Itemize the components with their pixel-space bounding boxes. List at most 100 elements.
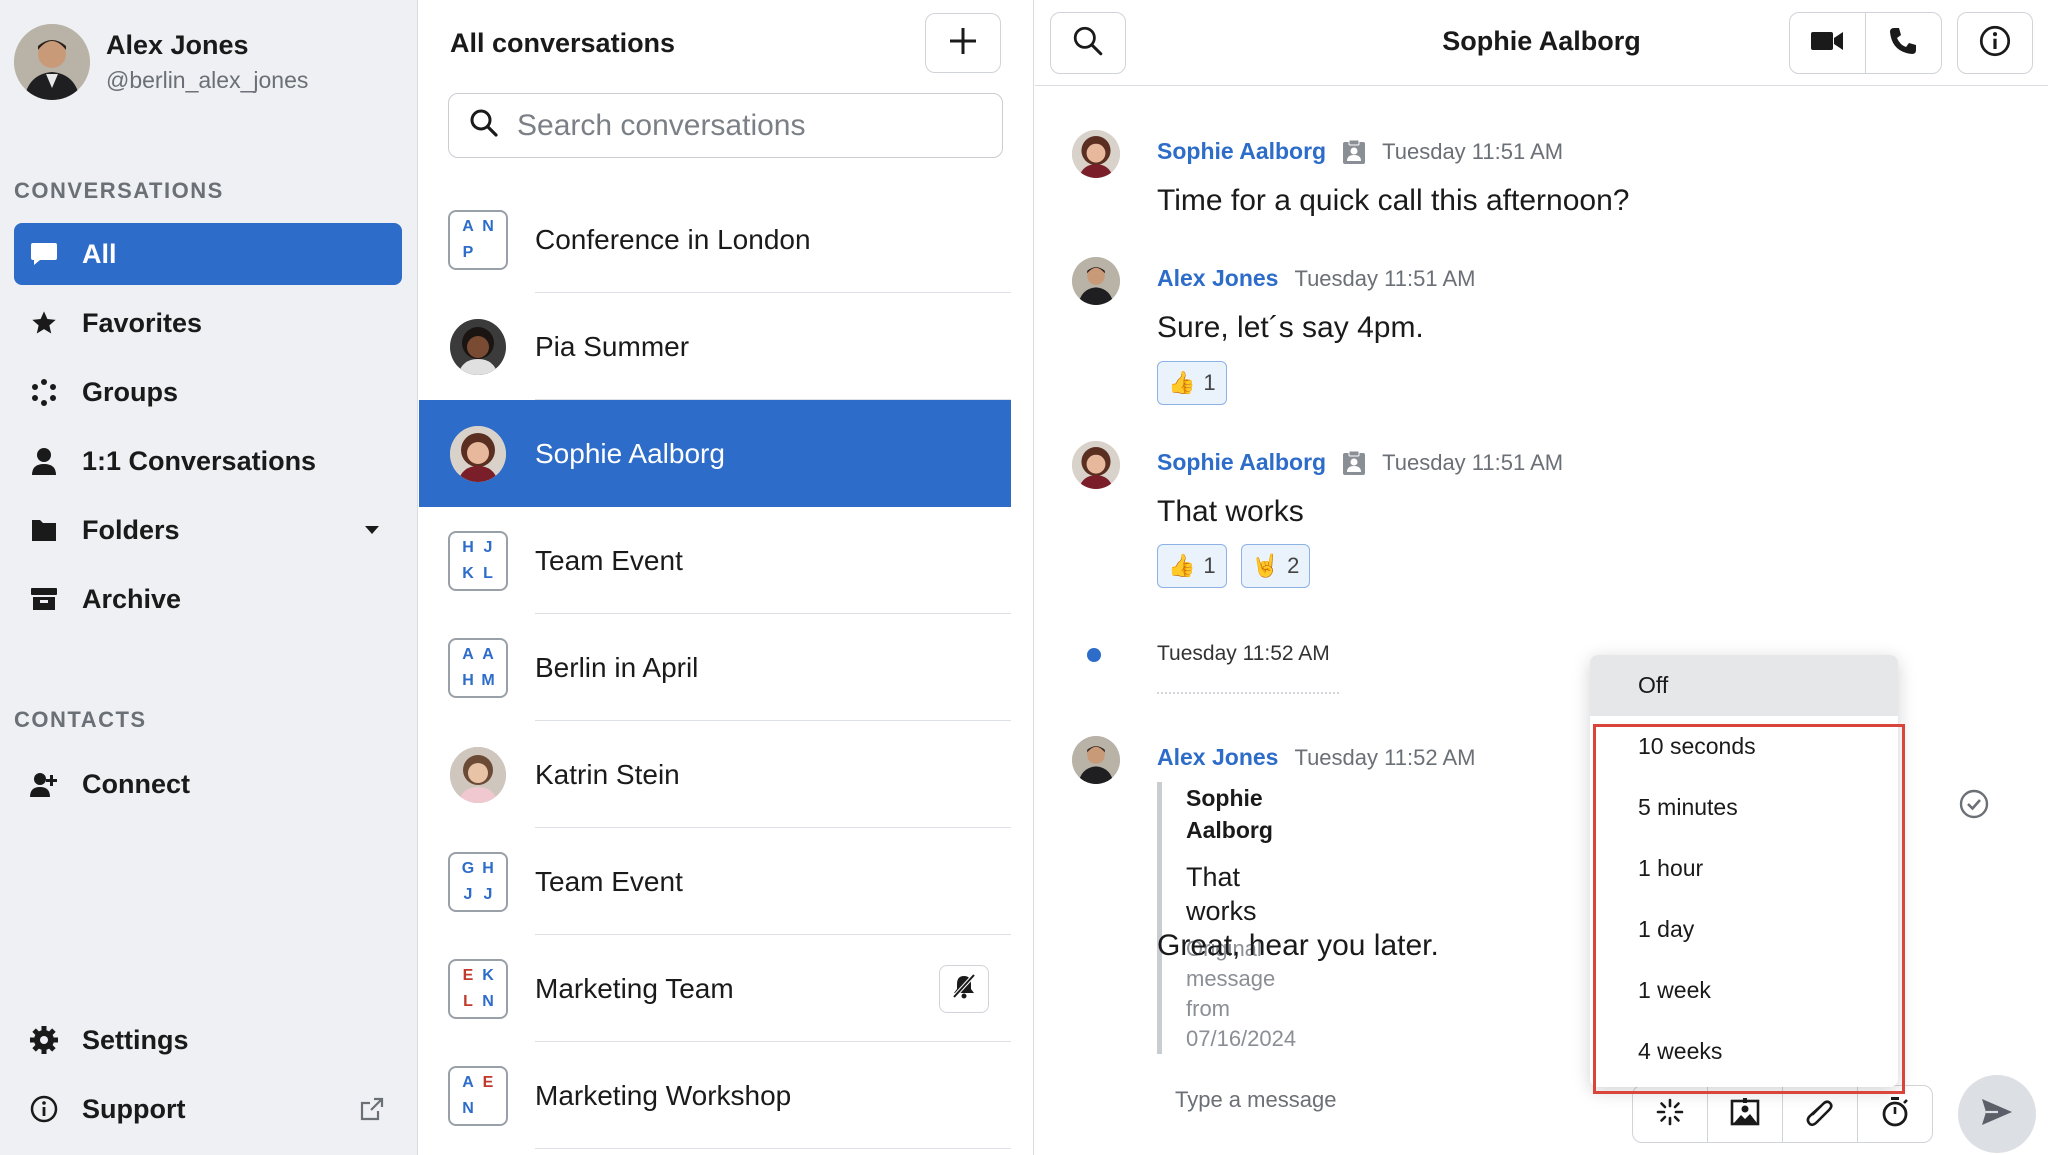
conversation-item[interactable]: EKLN Marketing Team [419, 935, 1011, 1042]
sidebar-item-archive[interactable]: Archive [14, 568, 402, 630]
sidebar-item-support[interactable]: Support [14, 1078, 402, 1140]
message-text: Great, hear you later. [1157, 929, 1439, 962]
reaction-thumbs-up[interactable]: 👍 1 [1157, 361, 1227, 405]
send-button[interactable] [1958, 1075, 2036, 1153]
search-box[interactable] [448, 93, 1003, 158]
sidebar-item-label: All [82, 238, 117, 269]
sidebar-item-groups[interactable]: Groups [14, 361, 402, 423]
divider-line [1157, 692, 1339, 694]
conversation-name: Marketing Team [535, 972, 734, 1004]
sender-avatar [1072, 130, 1120, 178]
timer-option-4-weeks[interactable]: 4 weeks [1590, 1021, 1898, 1082]
quote-text: That works [1186, 862, 1257, 926]
message-sender[interactable]: Alex Jones [1157, 744, 1278, 771]
attach-file-button[interactable] [1783, 1086, 1858, 1142]
external-link-icon[interactable] [352, 1097, 392, 1121]
divider-time: Tuesday 11:52 AM [1157, 642, 1330, 665]
conversation-name: Marketing Workshop [535, 1079, 792, 1111]
conversation-item[interactable]: Pia Summer [419, 293, 1011, 400]
sidebar: Alex Jones @berlin_alex_jones CONVERSATI… [0, 0, 418, 1155]
timer-option-1-week[interactable]: 1 week [1590, 960, 1898, 1021]
bottom-nav: Settings Support [14, 1009, 402, 1147]
reaction-rock-on[interactable]: 🤘 2 [1240, 544, 1311, 588]
sidebar-item-connect[interactable]: Connect [14, 753, 402, 815]
user-handle: @berlin_alex_jones [106, 67, 309, 93]
conversation-item[interactable]: HJKL Team Event [419, 507, 1011, 614]
stopwatch-icon [1880, 1096, 1910, 1133]
conversation-item[interactable]: AAHM Berlin in April [419, 614, 1011, 721]
conversation-info-button[interactable] [1957, 12, 2033, 74]
gif-button[interactable] [1633, 1086, 1708, 1142]
external-badge-icon [1342, 450, 1366, 476]
sidebar-item-all[interactable]: All [14, 223, 402, 285]
rock-on-emoji: 🤘 [1251, 553, 1280, 578]
read-check-icon [1959, 789, 1989, 819]
sidebar-item-folders[interactable]: Folders [14, 499, 402, 561]
timer-option-10-seconds[interactable]: 10 seconds [1590, 716, 1898, 777]
message-sender[interactable]: Sophie Aalborg [1157, 138, 1326, 165]
user-avatar [14, 24, 90, 100]
timer-button[interactable] [1858, 1086, 1932, 1142]
unread-dot [1087, 648, 1101, 662]
image-upload-button[interactable] [1708, 1086, 1783, 1142]
sidebar-item-label: Favorites [82, 307, 203, 338]
chat-bubble-icon [28, 238, 60, 270]
quoted-message[interactable]: Sophie Aalborg That works Original messa… [1157, 782, 1296, 1054]
sidebar-item-settings[interactable]: Settings [14, 1009, 402, 1071]
message-text: That works [1157, 495, 1304, 528]
sidebar-item-label: Folders [82, 514, 180, 545]
conversation-items: ANP Conference in London Pia Summer Soph… [419, 186, 1011, 1149]
reaction-count: 2 [1287, 553, 1300, 578]
conversation-name: Sophie Aalborg [535, 437, 725, 469]
conversation-nav: All Favorites Groups 1:1 Conversations F… [14, 223, 402, 637]
thumbs-up-emoji: 👍 [1168, 553, 1196, 578]
new-conversation-button[interactable] [925, 13, 1001, 73]
audio-call-button[interactable] [1866, 13, 1942, 73]
conversation-item[interactable]: ANP Conference in London [419, 186, 1011, 293]
conversation-name: Team Event [535, 544, 683, 576]
conversation-list-panel: All conversations ANP Conference in Lond… [419, 0, 1034, 1155]
conversation-item[interactable]: AEN Marketing Workshop [419, 1042, 1011, 1149]
info-icon [28, 1093, 60, 1125]
reactions: 👍 1 [1157, 361, 1227, 405]
sidebar-item-favorites[interactable]: Favorites [14, 292, 402, 354]
sidebar-item-one-to-one[interactable]: 1:1 Conversations [14, 430, 402, 492]
message-sender[interactable]: Sophie Aalborg [1157, 449, 1326, 476]
conversation-name: Katrin Stein [535, 758, 680, 790]
paperclip-icon [1805, 1097, 1835, 1132]
sidebar-item-label: 1:1 Conversations [82, 445, 317, 476]
message-text: Sure, let´s say 4pm. [1157, 311, 1424, 344]
thumbs-up-emoji: 👍 [1168, 370, 1196, 395]
muted-bell-button[interactable] [939, 964, 989, 1013]
plus-icon [947, 25, 979, 62]
phone-icon [1888, 26, 1918, 61]
user-name: Alex Jones [106, 30, 249, 60]
contact-avatar [450, 318, 506, 375]
conversation-item[interactable]: GHJJ Team Event [419, 828, 1011, 935]
bell-muted-icon [951, 973, 977, 1004]
search-input[interactable] [517, 108, 977, 143]
group-initials-badge: GHJJ [448, 851, 508, 912]
message-input[interactable] [1175, 1087, 1615, 1113]
user-profile[interactable]: Alex Jones @berlin_alex_jones [14, 24, 308, 100]
timer-option-off[interactable]: Off [1590, 655, 1898, 716]
groups-icon [28, 376, 60, 408]
timer-option-1-day[interactable]: 1 day [1590, 899, 1898, 960]
caret-down-icon[interactable] [352, 524, 392, 536]
conversation-item[interactable]: Katrin Stein [419, 721, 1011, 828]
self-destruct-timer-dropdown: Off 10 seconds 5 minutes 1 hour 1 day 1 … [1590, 655, 1898, 1087]
sender-avatar [1072, 736, 1120, 784]
image-icon [1730, 1097, 1760, 1131]
info-icon [1979, 25, 2011, 62]
conversation-name: Conference in London [535, 223, 811, 255]
timer-option-1-hour[interactable]: 1 hour [1590, 838, 1898, 899]
message-sender[interactable]: Alex Jones [1157, 265, 1278, 292]
sender-avatar [1072, 441, 1120, 489]
timer-option-5-minutes[interactable]: 5 minutes [1590, 777, 1898, 838]
message-time: Tuesday 11:51 AM [1382, 449, 1564, 475]
reaction-thumbs-up[interactable]: 👍 1 [1157, 544, 1227, 588]
reaction-count: 1 [1203, 553, 1216, 578]
conversation-item-active[interactable]: Sophie Aalborg [419, 400, 1011, 507]
video-call-button[interactable] [1790, 13, 1866, 73]
group-initials-badge: AEN [448, 1065, 508, 1126]
